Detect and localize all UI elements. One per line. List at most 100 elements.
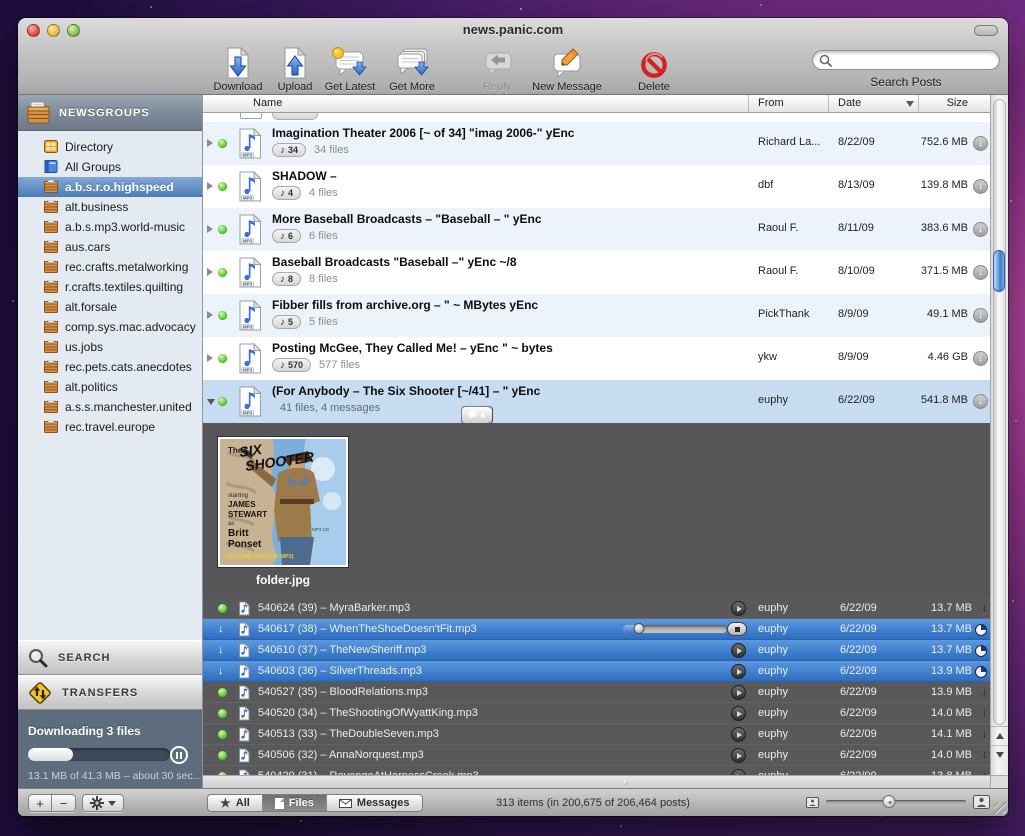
sidebar-item-alt-forsale[interactable]: alt.forsale bbox=[18, 297, 202, 317]
remove-button[interactable]: − bbox=[52, 794, 76, 812]
disclosure-triangle-icon[interactable] bbox=[207, 311, 213, 319]
file-size: 13.7 MB bbox=[902, 623, 972, 635]
stop-button[interactable] bbox=[727, 622, 747, 636]
file-row[interactable]: ↓ 540429 (31) – RevengeAtHarnessCreek.mp… bbox=[203, 766, 990, 775]
sidebar-item-rec-crafts-metalworking[interactable]: rec.crafts.metalworking bbox=[18, 257, 202, 277]
search-section-header[interactable]: SEARCH bbox=[18, 640, 202, 675]
thread-row[interactable]: MP3 Baseball Broadcasts "Baseball –" yEn… bbox=[203, 251, 990, 294]
play-button[interactable] bbox=[731, 643, 746, 658]
thread-row[interactable]: MP3 More Baseball Broadcasts – "Baseball… bbox=[203, 208, 990, 251]
thread-row[interactable]: MP3 Imagination Theater 2006 [~ of 34] "… bbox=[203, 122, 990, 165]
disclosure-triangle-icon[interactable] bbox=[207, 182, 213, 190]
thread-row[interactable]: MP3 Fibber fills from archive.org – " ~ … bbox=[203, 294, 990, 337]
disclosure-triangle-icon[interactable] bbox=[207, 225, 213, 233]
attachment-thumbnail[interactable]: The SIX SHOOTER starring JAMES STEWART a… bbox=[218, 437, 348, 567]
play-button[interactable] bbox=[731, 664, 746, 679]
large-size-icon[interactable] bbox=[973, 795, 990, 809]
action-menu-button[interactable] bbox=[82, 794, 124, 812]
poster-fine-print: MP3 CD bbox=[312, 527, 330, 532]
sidebar-item-a-b-s-r-o-highspeed[interactable]: a.b.s.r.o.highspeed bbox=[18, 177, 202, 197]
download-progress-slider[interactable] bbox=[623, 625, 727, 633]
download-thread-button[interactable]: ↓ bbox=[973, 308, 988, 323]
add-button[interactable]: + bbox=[28, 794, 52, 812]
scroll-up-button[interactable] bbox=[991, 727, 1008, 745]
column-date[interactable]: Date bbox=[838, 97, 861, 109]
new-message-button[interactable]: New Message bbox=[521, 44, 613, 93]
sidebar-item-comp-sys-mac-advocacy[interactable]: comp.sys.mac.advocacy bbox=[18, 317, 202, 337]
resize-grip[interactable] bbox=[994, 802, 1006, 814]
vertical-scrollbar[interactable] bbox=[990, 95, 1008, 775]
scroll-down-button[interactable] bbox=[991, 745, 1008, 763]
svg-text:MP3: MP3 bbox=[243, 411, 253, 416]
play-button[interactable] bbox=[731, 706, 746, 721]
sidebar-item-alt-business[interactable]: alt.business bbox=[18, 197, 202, 217]
transfers-section-header[interactable]: TRANSFERS bbox=[18, 675, 202, 710]
download-thread-button[interactable]: ↓ bbox=[973, 394, 988, 409]
thread-row[interactable]: MP3 SHADOW – ♪4 ♪ 4 files dbf 8/13/09 13… bbox=[203, 165, 990, 208]
file-name: 540527 (35) – BloodRelations.mp3 bbox=[258, 686, 428, 698]
download-thread-button[interactable]: ↓ bbox=[973, 265, 988, 280]
svg-text:Ponset: Ponset bbox=[228, 539, 262, 550]
file-row[interactable]: ↓ 540610 (37) – TheNewSheriff.mp3 euphy … bbox=[203, 640, 990, 661]
scrollbar-thumb[interactable] bbox=[993, 250, 1005, 292]
thread-row[interactable]: MP3 Posting McGee, They Called Me! – yEn… bbox=[203, 337, 990, 380]
sidebar-item-rec-pets-cats-anecdotes[interactable]: rec.pets.cats.anecdotes bbox=[18, 357, 202, 377]
size-slider-track[interactable] bbox=[826, 800, 966, 804]
filter-all[interactable]: ★All bbox=[208, 795, 263, 811]
sidebar-item-all-groups[interactable]: All Groups bbox=[18, 157, 202, 177]
sidebar-item-aus-cars[interactable]: aus.cars bbox=[18, 237, 202, 257]
play-button[interactable] bbox=[731, 727, 746, 742]
svg-text:Britt: Britt bbox=[228, 528, 249, 539]
search-input[interactable] bbox=[832, 54, 982, 66]
thread-row[interactable]: MP3 (For Anybody – The Six Shooter [~/41… bbox=[203, 380, 990, 423]
svg-text:MP3: MP3 bbox=[243, 239, 253, 244]
download-thread-button[interactable]: ↓ bbox=[973, 351, 988, 366]
get-more-button[interactable]: Get More bbox=[376, 44, 448, 93]
column-size[interactable]: Size bbox=[947, 97, 968, 109]
download-thread-button[interactable]: ↓ bbox=[973, 179, 988, 194]
progress-knob[interactable] bbox=[633, 623, 644, 634]
column-name[interactable]: Name bbox=[253, 97, 282, 109]
download-thread-button[interactable]: ↓ bbox=[973, 136, 988, 151]
disclosure-triangle-icon[interactable] bbox=[207, 268, 213, 276]
sidebar-item-a-b-s-mp3-world-music[interactable]: a.b.s.mp3.world-music bbox=[18, 217, 202, 237]
search-icon bbox=[819, 54, 832, 67]
sidebar-item-us-jobs[interactable]: us.jobs bbox=[18, 337, 202, 357]
column-from[interactable]: From bbox=[758, 97, 784, 109]
music-count-badge: ♪6 bbox=[272, 229, 301, 243]
sidebar-item-alt-politics[interactable]: alt.politics bbox=[18, 377, 202, 397]
svg-text:MP3: MP3 bbox=[243, 368, 253, 373]
size-slider-knob[interactable] bbox=[883, 795, 896, 808]
filter-files[interactable]: Files bbox=[263, 795, 327, 811]
file-row[interactable]: ↓ 540513 (33) – TheDoubleSeven.mp3 euphy… bbox=[203, 724, 990, 745]
file-row[interactable]: ↓ 540527 (35) – BloodRelations.mp3 euphy… bbox=[203, 682, 990, 703]
play-button[interactable] bbox=[731, 748, 746, 763]
expanded-thread-area: The SIX SHOOTER starring JAMES STEWART a… bbox=[203, 423, 990, 775]
unread-status-icon bbox=[218, 604, 227, 613]
search-posts-label: Search Posts bbox=[812, 75, 1000, 89]
file-row[interactable]: ↓ 540603 (36) – SilverThreads.mp3 euphy … bbox=[203, 661, 990, 682]
scrollbar-track[interactable] bbox=[993, 99, 1006, 725]
play-button[interactable] bbox=[731, 601, 746, 616]
toolbar-toggle-button[interactable] bbox=[974, 25, 998, 36]
unread-status-icon bbox=[218, 268, 227, 277]
disclosure-triangle-icon[interactable] bbox=[207, 354, 213, 362]
download-thread-button[interactable]: ↓ bbox=[973, 222, 988, 237]
disclosure-triangle-icon[interactable] bbox=[207, 399, 215, 405]
delete-button[interactable]: Delete bbox=[618, 44, 690, 93]
sidebar-item-r-crafts-textiles-quilting[interactable]: r.crafts.textiles.quilting bbox=[18, 277, 202, 297]
pause-transfers-button[interactable] bbox=[170, 746, 188, 764]
file-row[interactable]: ↓ 540520 (34) – TheShootingOfWyattKing.m… bbox=[203, 703, 990, 724]
file-row[interactable]: ↓ 540506 (32) – AnnaNorquest.mp3 euphy 6… bbox=[203, 745, 990, 766]
mp3-file-icon-small bbox=[238, 706, 250, 724]
file-row[interactable]: ↓ 540624 (39) – MyraBarker.mp3 euphy 6/2… bbox=[203, 598, 990, 619]
play-button[interactable] bbox=[731, 685, 746, 700]
file-row[interactable]: ↓ 540617 (38) – WhenTheShoeDoesn'tFit.mp… bbox=[203, 619, 990, 640]
small-size-icon[interactable] bbox=[806, 797, 819, 808]
search-field[interactable] bbox=[812, 50, 1000, 70]
sidebar-item-a-s-s-manchester-united[interactable]: a.s.s.manchester.united bbox=[18, 397, 202, 417]
sidebar-item-rec-travel-europe[interactable]: rec.travel.europe bbox=[18, 417, 202, 437]
horizontal-scrollbar[interactable] bbox=[203, 775, 990, 788]
sidebar-item-directory[interactable]: Directory bbox=[18, 137, 202, 157]
disclosure-triangle-icon[interactable] bbox=[207, 139, 213, 147]
